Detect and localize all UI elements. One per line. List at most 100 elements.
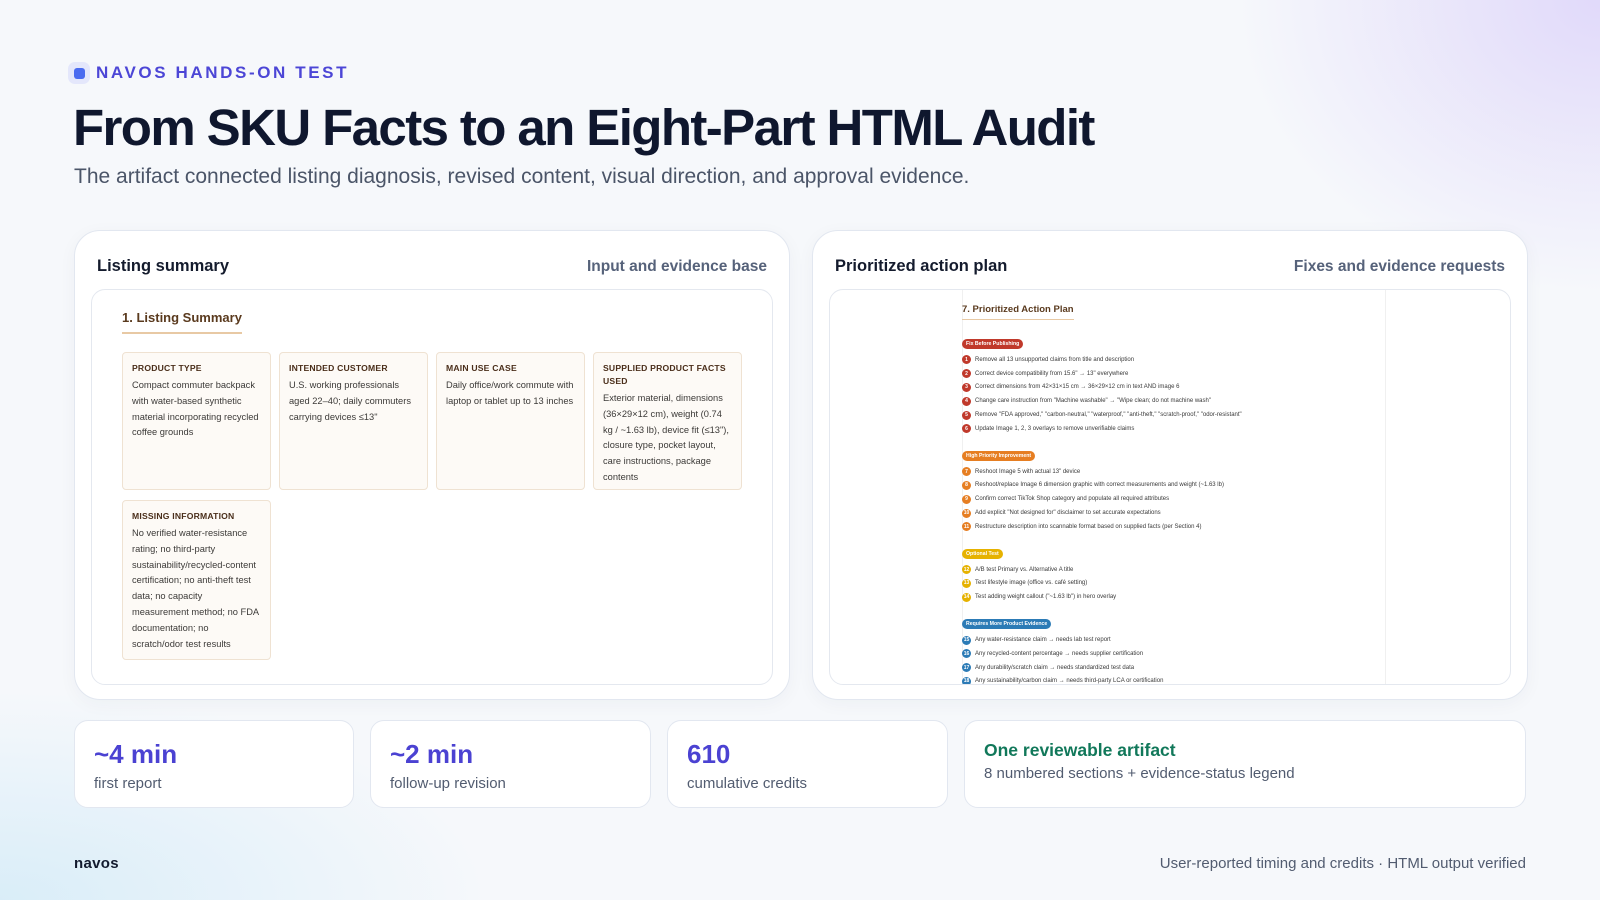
stat-value: 610	[687, 739, 731, 769]
action-number: 16	[962, 649, 971, 659]
action-number: 2	[962, 369, 971, 379]
action-item: 17 Any durability/scratch claim → needs s…	[962, 661, 1382, 675]
stat-label: first report	[94, 775, 162, 792]
fact-label: INTENDED CUSTOMER	[289, 363, 388, 373]
priority-badge: Optional Test	[962, 548, 1003, 559]
action-number: 8	[962, 480, 971, 490]
action-item: 10 Add explicit "Not designed for" discla…	[962, 506, 1382, 520]
action-text: Confirm correct TikTok Shop category and…	[975, 496, 1170, 503]
priority-badge: Requires More Product Evidence	[962, 619, 1052, 630]
stat-label: cumulative credits	[687, 775, 808, 792]
action-item: 6 Update Image 1, 2, 3 overlays to remove…	[962, 422, 1382, 436]
fact-text: Compact commuter backpack with water-bas…	[132, 380, 259, 438]
action-number: 18	[962, 676, 971, 685]
action-text: Change care instruction from "Machine wa…	[975, 398, 1211, 405]
action-text: A/B test Primary vs. Alternative A title	[975, 566, 1074, 573]
priority-badge: Fix Before Publishing	[962, 339, 1024, 349]
action-number: 13	[962, 578, 971, 588]
fact-box-main-use-case: MAIN USE CASE Daily office/work commute …	[436, 352, 585, 490]
action-text: Test adding weight callout ("~1.63 lb") …	[975, 594, 1117, 601]
section-heading: 1. Listing Summary	[122, 310, 242, 334]
action-number: 5	[962, 410, 971, 420]
fact-box-supplied-facts: SUPPLIED PRODUCT FACTS USED Exterior mat…	[593, 352, 742, 490]
action-group: Optional Test 12 A/B test Primary vs. Alte…	[962, 542, 1382, 604]
eyebrow: NAVOS HANDS-ON TEST	[68, 62, 349, 84]
priority-badge: High Priority Improvement	[962, 450, 1036, 461]
fact-box-missing-info: MISSING INFORMATION No verified water-re…	[122, 500, 271, 660]
stat-value: One reviewable artifact	[984, 740, 1176, 760]
action-text: Add explicit "Not designed for" disclaim…	[975, 510, 1161, 517]
action-text: Any sustainability/carbon claim → needs …	[975, 678, 1164, 685]
footer-note: User-reported timing and credits · HTML …	[1159, 855, 1526, 872]
page-subtitle: The artifact connected listing diagnosis…	[74, 165, 970, 188]
square-dot-icon	[68, 62, 90, 84]
action-item: 18 Any sustainability/carbon claim → need…	[962, 675, 1382, 685]
action-text: Any recycled-content percentage → needs …	[975, 650, 1144, 657]
action-item: 12 A/B test Primary vs. Alternative A tit…	[962, 563, 1382, 577]
action-number: 7	[962, 467, 971, 477]
action-plan-preview: 7. Prioritized Action Plan Fix Before Pu…	[829, 289, 1511, 685]
action-item: 2 Correct device compatibility from 15.6"…	[962, 367, 1382, 381]
action-group: Fix Before Publishing 1 Remove all 13 unsu…	[962, 332, 1382, 436]
fact-text: Exterior material, dimensions (36×29×12 …	[603, 393, 729, 482]
fact-text: No verified water-resistance rating; no …	[132, 528, 259, 649]
action-item: 7 Reshoot Image 5 with actual 13" device	[962, 465, 1382, 479]
action-item: 4 Change care instruction from "Machine w…	[962, 394, 1382, 408]
stat-artifact: One reviewable artifact 8 numbered secti…	[964, 720, 1526, 808]
action-text: Reshoot/replace Image 6 dimension graphi…	[975, 482, 1224, 489]
brand-logo: navos	[74, 855, 119, 872]
action-item: 11 Restructure description into scannable…	[962, 520, 1382, 534]
stat-label: 8 numbered sections + evidence-status le…	[984, 765, 1295, 782]
action-number: 17	[962, 663, 971, 673]
fact-label: MAIN USE CASE	[446, 363, 517, 373]
stat-follow-up-revision: ~2 min follow-up revision	[370, 720, 651, 808]
stat-first-report: ~4 min first report	[74, 720, 354, 808]
action-item: 9 Confirm correct TikTok Shop category an…	[962, 492, 1382, 506]
action-number: 6	[962, 424, 971, 434]
listing-summary-card: Listing summary Input and evidence base …	[74, 230, 790, 700]
action-group: Requires More Product Evidence 15 Any wate…	[962, 612, 1382, 685]
action-number: 10	[962, 508, 971, 518]
stat-label: follow-up revision	[390, 775, 506, 792]
action-number: 14	[962, 592, 971, 602]
card-subtitle: Fixes and evidence requests	[1293, 258, 1505, 275]
action-plan-list: Fix Before Publishing 1 Remove all 13 unsu…	[962, 332, 1382, 685]
action-item: 16 Any recycled-content percentage → need…	[962, 647, 1382, 661]
action-text: Correct dimensions from 42×31×15 cm → 36…	[975, 384, 1180, 391]
action-text: Remove all 13 unsupported claims from ti…	[975, 356, 1135, 363]
action-number: 1	[962, 355, 971, 365]
action-item: 13 Test lifestyle image (office vs. café …	[962, 577, 1382, 591]
action-text: Test lifestyle image (office vs. café se…	[975, 580, 1088, 587]
action-text: Restructure description into scannable f…	[975, 523, 1202, 530]
listing-summary-preview: 1. Listing Summary PRODUCT TYPE Compact …	[91, 289, 773, 685]
action-item: 3 Correct dimensions from 42×31×15 cm → 3…	[962, 381, 1382, 395]
action-number: 11	[962, 522, 971, 532]
stat-value: ~2 min	[390, 739, 474, 769]
card-subtitle: Input and evidence base	[586, 258, 767, 275]
stat-cumulative-credits: 610 cumulative credits	[667, 720, 948, 808]
action-number: 3	[962, 382, 971, 392]
card-title: Listing summary	[97, 257, 230, 275]
section-heading: 7. Prioritized Action Plan	[962, 304, 1074, 320]
action-number: 9	[962, 494, 971, 504]
action-number: 12	[962, 565, 971, 575]
action-text: Any water-resistance claim → needs lab t…	[975, 637, 1111, 644]
fact-label: PRODUCT TYPE	[132, 363, 202, 373]
fact-text: Daily office/work commute with laptop or…	[446, 380, 574, 406]
action-item: 1 Remove all 13 unsupported claims from t…	[962, 353, 1382, 367]
action-group: High Priority Improvement 7 Reshoot Image …	[962, 444, 1382, 534]
stat-value: ~4 min	[94, 739, 178, 769]
action-text: Correct device compatibility from 15.6" …	[975, 370, 1129, 377]
eyebrow-label: NAVOS HANDS-ON TEST	[96, 63, 350, 82]
action-item: 8 Reshoot/replace Image 6 dimension graph…	[962, 479, 1382, 493]
action-item: 15 Any water-resistance claim → needs lab…	[962, 633, 1382, 647]
fact-label: SUPPLIED PRODUCT FACTS USED	[603, 363, 726, 386]
action-text: Remove "FDA approved," "carbon-neutral,"…	[975, 412, 1242, 419]
action-text: Reshoot Image 5 with actual 13" device	[975, 468, 1081, 475]
page-title: From SKU Facts to an Eight-Part HTML Aud…	[73, 99, 1095, 156]
fact-box-intended-customer: INTENDED CUSTOMER U.S. working professio…	[279, 352, 428, 490]
fact-label: MISSING INFORMATION	[132, 511, 235, 521]
fact-box-product-type: PRODUCT TYPE Compact commuter backpack w…	[122, 352, 271, 490]
action-number: 4	[962, 396, 971, 406]
card-title: Prioritized action plan	[835, 257, 1008, 275]
